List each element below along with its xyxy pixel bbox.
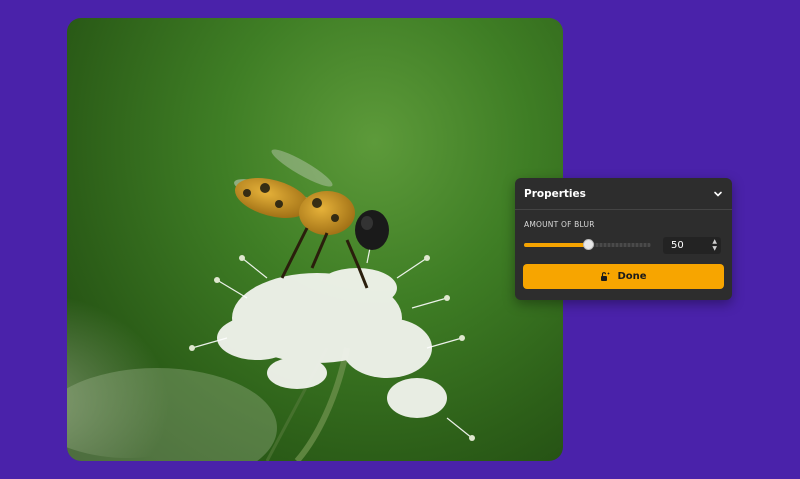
blur-amount-label: AMOUNT OF BLUR <box>524 220 595 229</box>
blur-slider[interactable] <box>524 239 651 250</box>
properties-panel: Properties AMOUNT OF BLUR 50 ▲ ▼ Done <box>515 178 732 300</box>
panel-header[interactable]: Properties <box>515 178 732 210</box>
done-button[interactable]: Done <box>523 264 724 289</box>
stepper-down-icon[interactable]: ▼ <box>712 245 717 252</box>
chevron-down-icon[interactable] <box>713 189 723 199</box>
blur-slider-fill <box>524 243 588 247</box>
done-label: Done <box>617 271 647 282</box>
unlock-sparkle-icon <box>601 272 611 281</box>
blur-stepper[interactable]: ▲ ▼ <box>712 238 717 252</box>
blur-value: 50 <box>671 239 684 251</box>
photo-canvas[interactable] <box>67 18 563 461</box>
blur-value-input[interactable]: 50 ▲ ▼ <box>663 236 721 254</box>
bee-flower-image <box>67 149 475 461</box>
panel-title: Properties <box>524 187 586 200</box>
blur-slider-thumb[interactable] <box>582 239 594 250</box>
stepper-up-icon[interactable]: ▲ <box>712 238 717 245</box>
